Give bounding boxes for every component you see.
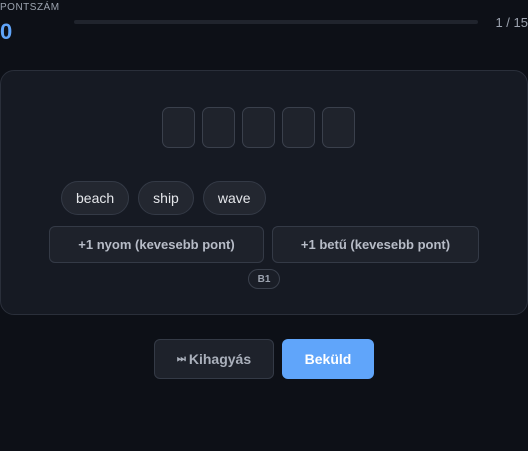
answer-slots [162, 107, 355, 148]
clue-chips: beach ship wave [61, 181, 266, 215]
letter-slot[interactable] [162, 107, 195, 148]
score-label: PONTSZÁM [0, 2, 60, 13]
score-value: 0 [0, 19, 13, 44]
clue-chip: wave [202, 181, 266, 215]
progress-counter: 1 / 15 [495, 15, 528, 30]
letter-slot[interactable] [242, 107, 275, 148]
skip-label: Kihagyás [188, 351, 252, 367]
hint-letter-button[interactable]: +1 betű (kevesebb pont) [272, 226, 479, 263]
skip-button[interactable]: ⏭ Kihagyás [154, 339, 274, 379]
level-badge: B1 [248, 269, 280, 289]
puzzle-card: beach ship wave +1 nyom (kevesebb pont) … [0, 70, 528, 315]
skip-forward-icon: ⏭ [176, 353, 186, 365]
letter-slot[interactable] [202, 107, 235, 148]
hint-clue-button[interactable]: +1 nyom (kevesebb pont) [49, 226, 264, 263]
progress-bar [74, 20, 478, 24]
letter-slot[interactable] [282, 107, 315, 148]
clue-chip: beach [61, 181, 130, 215]
letter-slot[interactable] [322, 107, 355, 148]
clue-chip: ship [138, 181, 194, 215]
submit-button[interactable]: Beküld [282, 339, 374, 379]
